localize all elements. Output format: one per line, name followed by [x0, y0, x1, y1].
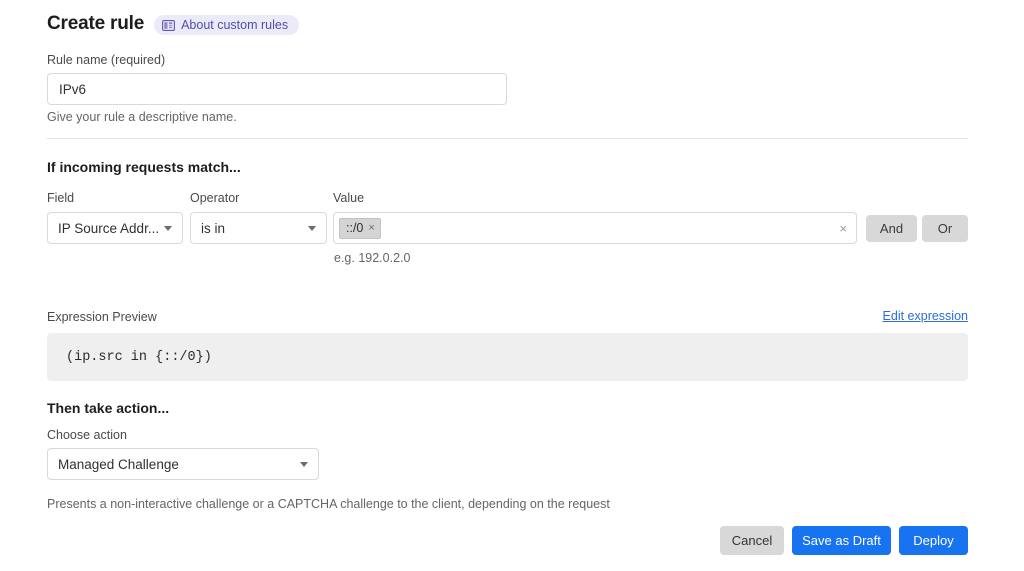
expression-preview-box: (ip.src in {::/0}) — [47, 333, 968, 381]
rule-name-label: Rule name (required) — [47, 53, 166, 67]
about-custom-rules-label: About custom rules — [181, 18, 289, 32]
expression-preview-label: Expression Preview — [47, 310, 157, 324]
choose-action-label: Choose action — [47, 428, 127, 442]
about-custom-rules-badge[interactable]: About custom rules — [154, 15, 300, 35]
value-chip[interactable]: ::/0 × — [339, 217, 381, 239]
match-section-heading: If incoming requests match... — [47, 159, 241, 175]
deploy-button[interactable]: Deploy — [899, 526, 968, 555]
chevron-down-icon — [164, 225, 172, 231]
field-select[interactable]: IP Source Addr... — [47, 212, 183, 244]
value-helper: e.g. 192.0.2.0 — [334, 251, 411, 265]
action-select-value: Managed Challenge — [58, 456, 179, 472]
page-title: Create rule — [47, 13, 145, 34]
section-divider — [47, 138, 968, 139]
value-column-label: Value — [333, 191, 365, 205]
close-icon[interactable]: × — [368, 222, 374, 234]
operator-select[interactable]: is in — [190, 212, 327, 244]
chevron-down-icon — [308, 225, 316, 231]
create-rule-page: Create rule About custom rules Rule name… — [0, 0, 1024, 571]
page-header: Create rule About custom rules — [47, 12, 300, 36]
or-button[interactable]: Or — [922, 215, 968, 242]
field-select-value: IP Source Addr... — [58, 220, 158, 236]
operator-select-value: is in — [201, 220, 226, 236]
save-as-draft-button[interactable]: Save as Draft — [792, 526, 891, 555]
rule-name-input[interactable] — [47, 73, 507, 105]
cancel-button[interactable]: Cancel — [720, 526, 784, 555]
chevron-down-icon — [300, 461, 308, 467]
action-select[interactable]: Managed Challenge — [47, 448, 319, 480]
book-panel-icon — [162, 19, 176, 32]
expression-text: (ip.src in {::/0}) — [66, 349, 212, 365]
operator-column-label: Operator — [190, 191, 240, 205]
and-button[interactable]: And — [866, 215, 917, 242]
rule-name-helper: Give your rule a descriptive name. — [47, 110, 237, 124]
clear-value-icon[interactable]: × — [836, 222, 850, 235]
action-section-heading: Then take action... — [47, 400, 170, 416]
action-description: Presents a non-interactive challenge or … — [47, 497, 610, 511]
value-input[interactable]: ::/0 × × — [333, 212, 857, 244]
edit-expression-link[interactable]: Edit expression — [883, 309, 968, 323]
value-chip-label: ::/0 — [346, 221, 364, 235]
field-column-label: Field — [47, 191, 75, 205]
